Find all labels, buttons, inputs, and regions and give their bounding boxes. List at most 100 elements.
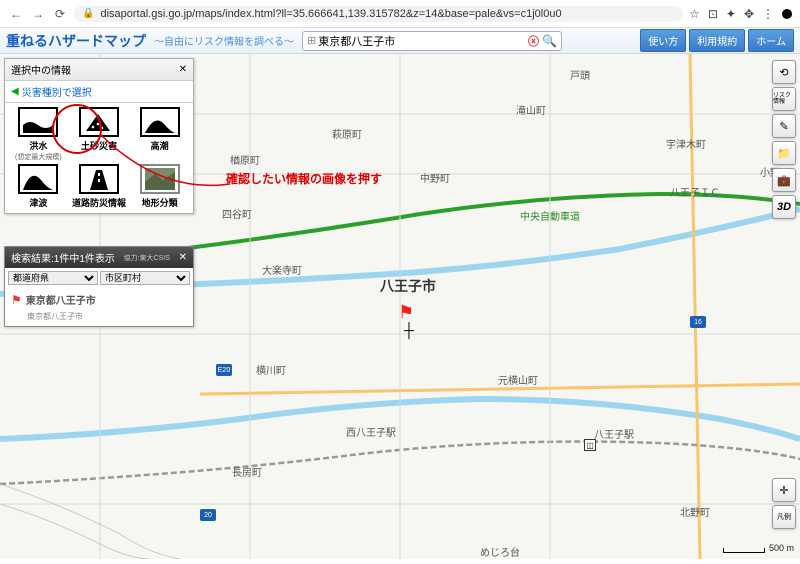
label-chuo: 中央自動車道 — [520, 208, 580, 223]
info-panel-header: 選択中の情報 ✕ — [5, 59, 193, 81]
risk-button[interactable]: リスク情報 — [772, 87, 796, 111]
label-ic: 八王子ＩＣ — [670, 184, 720, 199]
url-text: disaportal.gsi.go.jp/maps/index.html?ll=… — [100, 8, 561, 20]
draw-button[interactable]: ✎ — [772, 114, 796, 138]
reset-button[interactable]: ⟲ — [772, 60, 796, 84]
label-nakano: 中野町 — [420, 170, 450, 185]
annotation-text: 確認したい情報の画像を押す — [226, 170, 382, 187]
label-narahara: 楢原町 — [230, 152, 260, 167]
tool-column: ⟲ リスク情報 ✎ 📁 💼 3D — [772, 60, 796, 219]
shield-e20: E20 — [216, 364, 232, 376]
folder-button[interactable]: 📁 — [772, 141, 796, 165]
results-credit: 協力:東大CSIS — [124, 253, 170, 263]
hazard-landslide[interactable]: 土砂災害 — [70, 107, 129, 162]
label-yotsuya: 四谷町 — [222, 206, 252, 221]
label-mejiro: めじろ台 — [480, 544, 520, 559]
label-takiyama: 滝山町 — [516, 102, 546, 117]
search-box[interactable]: ⊞ ⓧ 🔍 — [302, 31, 562, 51]
search-left-icon: ⊞ — [307, 34, 316, 47]
bag-button[interactable]: 💼 — [772, 168, 796, 192]
label-togashira: 戸頭 — [570, 67, 590, 82]
hazard-tsunami[interactable]: 津波 — [9, 164, 68, 209]
label-uzu: 宇津木町 — [666, 136, 706, 151]
app-subtitle: ～自由にリスク情報を調べる～ — [154, 33, 294, 48]
bag-icon: 💼 — [777, 174, 791, 187]
puzzle-icon[interactable]: ✥ — [744, 7, 754, 21]
menu-icon[interactable]: ⋮ — [762, 7, 774, 21]
label-hachi-sta: 八王子駅 — [594, 426, 634, 441]
label-hagi: 萩原町 — [332, 126, 362, 141]
shield-r16: 16 — [690, 316, 706, 328]
scale-bar: 500 m — [723, 543, 794, 553]
pencil-icon: ✎ — [779, 120, 788, 133]
folder-icon: 📁 — [777, 147, 791, 160]
hazard-terrain[interactable]: 地形分類 — [130, 164, 189, 209]
search-input[interactable] — [318, 35, 528, 47]
scale-label: 500 m — [769, 543, 794, 553]
lock-icon: 🔒 — [82, 8, 94, 19]
results-title: 検索結果:1件中1件表示 — [11, 250, 115, 265]
hazard-storm-surge[interactable]: 高潮 — [130, 107, 189, 162]
label-otsu: 大楽寺町 — [262, 262, 302, 277]
landslide-icon — [79, 107, 119, 137]
ext1-icon[interactable]: ⊡ — [708, 7, 718, 21]
search-icon[interactable]: 🔍 — [542, 34, 557, 48]
nav-back-icon[interactable]: ← — [8, 6, 24, 22]
nav-reload-icon[interactable]: ⟳ — [52, 6, 68, 22]
chevron-left-icon: ◀ — [11, 86, 19, 97]
profile-icon[interactable] — [782, 9, 792, 19]
flood-icon — [18, 107, 58, 137]
label-nishi-sta: 西八王子駅 — [346, 424, 396, 439]
station-icon: ◫ — [584, 439, 596, 451]
center-cross-icon: ┼ — [404, 322, 414, 338]
hazard-grid: 洪水 (想定最大規模) 土砂災害 高潮 津波 道路防災情報 — [5, 103, 193, 213]
hazard-road[interactable]: 道路防災情報 — [70, 164, 129, 209]
prefecture-select[interactable]: 都道府県 — [8, 271, 98, 285]
info-panel-title: 選択中の情報 — [11, 62, 71, 77]
home-button[interactable]: ホーム — [748, 29, 794, 52]
storm-surge-icon — [140, 107, 180, 137]
legend-button[interactable]: 凡例 — [772, 505, 796, 529]
3d-label: 3D — [777, 201, 791, 213]
help-button[interactable]: 使い方 — [640, 29, 686, 52]
disaster-tab[interactable]: ◀ 災害種別で選択 — [5, 81, 193, 103]
hazard-flood[interactable]: 洪水 (想定最大規模) — [9, 107, 68, 162]
result-item[interactable]: ⚑ 東京都八王子市 — [5, 288, 193, 311]
clear-icon[interactable]: ⓧ — [528, 33, 539, 49]
crosshair-button[interactable]: ✛ — [772, 478, 796, 502]
tsunami-icon — [18, 164, 58, 194]
result-name: 東京都八王子市 — [26, 292, 96, 307]
app-title: 重ねるハザードマップ — [6, 31, 146, 51]
results-panel: 検索結果:1件中1件表示 協力:東大CSIS ✕ 都道府県 市区町村 ⚑ 東京都… — [4, 246, 194, 327]
label-nagabusa: 長房町 — [232, 464, 262, 479]
road-icon — [79, 164, 119, 194]
risk-label: リスク情報 — [773, 93, 795, 105]
ext2-icon[interactable]: ✦ — [726, 7, 736, 21]
flag-icon: ⚑ — [11, 293, 22, 307]
legend-label: 凡例 — [777, 512, 791, 522]
app-header: 重ねるハザードマップ ～自由にリスク情報を調べる～ ⊞ ⓧ 🔍 使い方 利用規約… — [0, 28, 800, 54]
bottom-tools: ✛ 凡例 — [772, 478, 796, 529]
city-select[interactable]: 市区町村 — [100, 271, 190, 285]
flag-marker-icon: ⚑ — [398, 302, 414, 323]
results-header: 検索結果:1件中1件表示 協力:東大CSIS ✕ — [5, 247, 193, 268]
disaster-tab-label: 災害種別で選択 — [22, 84, 92, 99]
terrain-icon — [140, 164, 180, 194]
url-bar[interactable]: 🔒 disaportal.gsi.go.jp/maps/index.html?l… — [74, 6, 683, 22]
result-sub: 東京都八王子市 — [5, 311, 193, 326]
scale-bar-graphic — [723, 548, 765, 553]
extension-icons: ☆ ⊡ ✦ ✥ ⋮ — [689, 7, 792, 21]
close-icon[interactable]: ✕ — [179, 64, 187, 75]
label-hachioji: 八王子市 — [380, 276, 436, 296]
browser-bar: ← → ⟳ 🔒 disaportal.gsi.go.jp/maps/index.… — [0, 0, 800, 28]
content: 八王子市 横川町 大楽寺町 四谷町 萩原町 長房町 中野町 滝山町 戸頭 宇津木… — [0, 54, 800, 559]
label-yokokawa: 横川町 — [256, 362, 286, 377]
nav-fwd-icon[interactable]: → — [30, 6, 46, 22]
close-icon[interactable]: ✕ — [179, 252, 187, 263]
3d-button[interactable]: 3D — [772, 195, 796, 219]
label-motoyoko: 元横山町 — [498, 372, 538, 387]
shield-r20: 20 — [200, 509, 216, 521]
reset-icon: ⟲ — [779, 66, 788, 79]
star-icon[interactable]: ☆ — [689, 7, 700, 21]
terms-button[interactable]: 利用規約 — [689, 29, 745, 52]
